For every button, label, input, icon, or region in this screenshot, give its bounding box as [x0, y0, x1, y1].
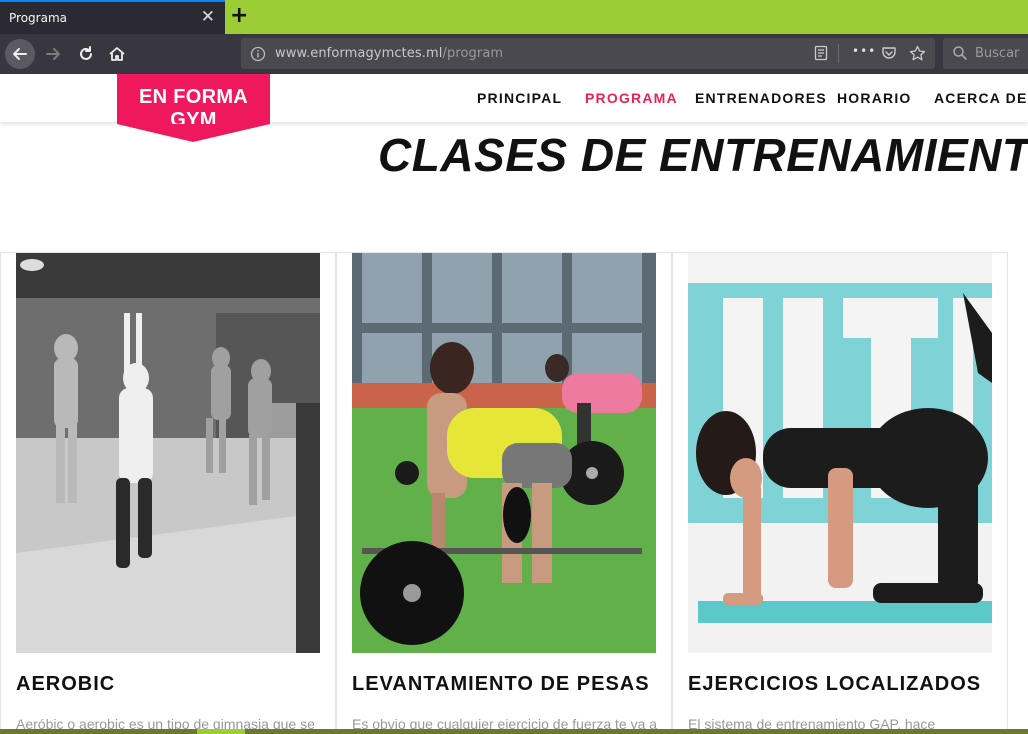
nav-entrenadores[interactable]: ENTRENADORES: [695, 90, 827, 106]
site-info-icon[interactable]: [250, 46, 266, 66]
close-tab-icon[interactable]: ✕: [201, 7, 215, 27]
forward-icon[interactable]: [38, 39, 68, 69]
browser-toolbar: www.enformagymctes.ml/program ••• Buscar: [0, 34, 1028, 74]
back-icon[interactable]: [5, 39, 35, 69]
aerobic-class-image[interactable]: [16, 253, 320, 653]
logo-ribbon-tip: [117, 124, 270, 142]
site-header: EN FORMA GYM PRINCIPAL PROGRAMA ENTRENAD…: [0, 74, 1028, 142]
url-text[interactable]: www.enformagymctes.ml/program: [275, 46, 503, 61]
home-icon[interactable]: [102, 39, 132, 69]
site-logo[interactable]: EN FORMA GYM: [117, 74, 270, 131]
bookmark-star-icon[interactable]: [909, 45, 926, 66]
card-title[interactable]: AEROBIC: [16, 673, 115, 696]
class-card-aerobic[interactable]: AEROBIC Aeróbic o aerobic es un tipo de …: [0, 252, 336, 734]
bottom-strip-highlight: [197, 729, 245, 734]
nav-acerca-de[interactable]: ACERCA DE: [934, 90, 1028, 106]
browser-tab[interactable]: Programa ✕: [0, 0, 225, 34]
reload-icon[interactable]: [71, 39, 101, 69]
nav-horario[interactable]: HORARIO: [837, 90, 912, 106]
search-icon: [952, 45, 968, 65]
floor-exercise-image[interactable]: [688, 253, 992, 653]
card-title[interactable]: EJERCICIOS LOCALIZADOS: [688, 673, 981, 696]
page-title: CLASES DE ENTRENAMIENTO: [378, 129, 1028, 181]
more-actions-icon[interactable]: •••: [852, 44, 876, 58]
class-card-levantamiento[interactable]: LEVANTAMIENTO DE PESAS Es obvio que cual…: [336, 252, 672, 734]
deadlift-image[interactable]: [352, 253, 656, 653]
new-tab-icon[interactable]: +: [230, 3, 248, 29]
tab-title: Programa: [9, 11, 67, 25]
card-title[interactable]: LEVANTAMIENTO DE PESAS: [352, 673, 650, 696]
url-bar[interactable]: www.enformagymctes.ml/program •••: [241, 38, 935, 69]
url-bar-separator: [838, 44, 839, 63]
class-card-localizados[interactable]: EJERCICIOS LOCALIZADOS El sistema de ent…: [672, 252, 1008, 734]
url-path: /program: [442, 46, 504, 61]
reader-view-icon[interactable]: [813, 45, 829, 65]
search-bar[interactable]: Buscar: [943, 38, 1028, 69]
search-placeholder: Buscar: [975, 46, 1020, 61]
pocket-icon[interactable]: [881, 45, 897, 65]
bottom-strip: [0, 729, 1028, 734]
nav-programa[interactable]: PROGRAMA: [585, 90, 678, 106]
browser-tab-bar: Programa ✕ +: [0, 0, 1028, 34]
url-domain: www.enformagymctes.ml: [275, 46, 443, 61]
nav-principal[interactable]: PRINCIPAL: [477, 90, 562, 106]
